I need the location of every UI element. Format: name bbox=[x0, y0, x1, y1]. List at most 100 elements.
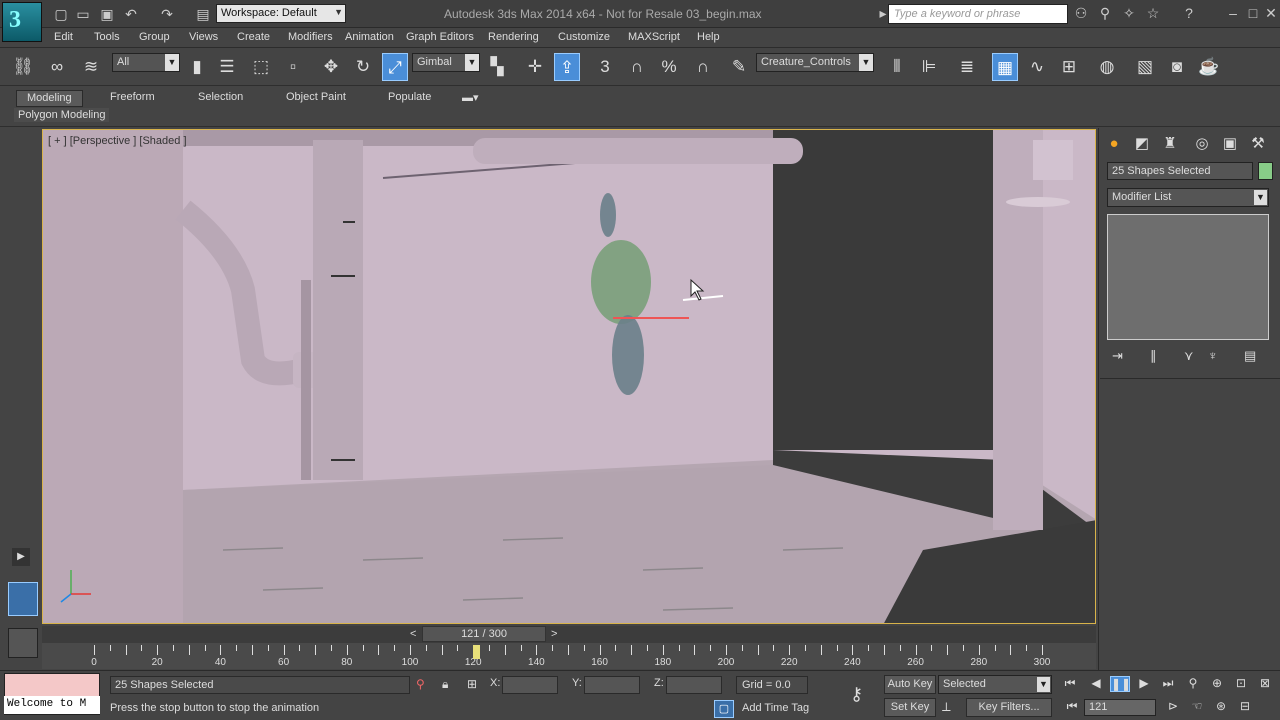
viewport-layout-single-icon[interactable] bbox=[8, 582, 38, 616]
window-crossing-icon[interactable]: ▫ bbox=[280, 53, 306, 81]
app-logo-button[interactable]: 3 bbox=[2, 2, 42, 42]
select-manipulate-icon[interactable]: ✛ bbox=[522, 53, 548, 81]
key-icon[interactable]: ⚷ bbox=[850, 684, 863, 705]
modify-tab-icon[interactable]: ◩ bbox=[1130, 133, 1154, 155]
save-icon[interactable]: ▣ bbox=[98, 5, 116, 23]
create-tab-icon[interactable]: ● bbox=[1102, 133, 1126, 155]
orbit-icon[interactable]: ⊛ bbox=[1212, 699, 1230, 713]
open-file-icon[interactable]: ▭ bbox=[74, 5, 92, 23]
render-production-icon[interactable]: ☕ bbox=[1196, 53, 1222, 81]
schematic-view-icon[interactable]: ⊞ bbox=[1056, 53, 1082, 81]
menu-animation[interactable]: Animation bbox=[345, 31, 394, 43]
configure-modifier-sets-icon[interactable]: ▤ bbox=[1244, 348, 1256, 364]
object-color-swatch[interactable] bbox=[1258, 162, 1273, 180]
edit-named-selection-icon[interactable]: ✎ bbox=[726, 53, 752, 81]
zoom-extents-all-icon[interactable]: ⊠ bbox=[1256, 676, 1274, 690]
curve-editor-icon[interactable]: ∿ bbox=[1024, 53, 1050, 81]
keyboard-shortcut-override-icon[interactable]: ⇪ bbox=[554, 53, 580, 81]
add-time-tag[interactable]: Add Time Tag bbox=[742, 702, 809, 714]
reference-coordinate-dropdown[interactable]: Gimbal ▼ bbox=[412, 53, 480, 72]
spinner-snap-icon[interactable]: ∩ bbox=[690, 53, 716, 81]
percent-snap-icon[interactable]: % bbox=[656, 53, 682, 81]
bind-space-warp-icon[interactable]: ≋ bbox=[78, 53, 104, 81]
scene-explorer-icon[interactable]: ▦ bbox=[992, 53, 1018, 81]
absolute-mode-icon[interactable]: ⊞ bbox=[467, 677, 477, 691]
menu-modifiers[interactable]: Modifiers bbox=[288, 31, 333, 43]
ribbon-options-icon[interactable]: ▬▾ bbox=[462, 91, 479, 104]
tab-selection[interactable]: Selection bbox=[188, 90, 253, 107]
snap-toggle-icon[interactable]: 3 bbox=[592, 53, 618, 81]
key-selection-dropdown[interactable]: Selected ▼ bbox=[938, 675, 1052, 694]
viewport-layout-quad-icon[interactable] bbox=[8, 628, 38, 658]
favorites-star-icon[interactable]: ☆ bbox=[1144, 5, 1162, 22]
motion-tab-icon[interactable]: ◎ bbox=[1190, 133, 1214, 155]
menu-rendering[interactable]: Rendering bbox=[488, 31, 539, 43]
binoculars-icon[interactable]: ⚇ bbox=[1072, 5, 1090, 22]
hierarchy-tab-icon[interactable]: ♜ bbox=[1158, 133, 1182, 155]
selection-filter-dropdown[interactable]: All ▼ bbox=[112, 53, 180, 72]
selection-lock-icon[interactable]: 🔒︎ bbox=[442, 677, 448, 692]
rendered-frame-window-icon[interactable]: ◙ bbox=[1164, 53, 1190, 81]
menu-create[interactable]: Create bbox=[237, 31, 270, 43]
set-key-icon[interactable]: ⟂ bbox=[942, 699, 951, 715]
menu-graph-editors[interactable]: Graph Editors bbox=[406, 31, 474, 43]
layer-manager-icon[interactable]: ≣ bbox=[954, 53, 980, 81]
menu-edit[interactable]: Edit bbox=[54, 31, 73, 43]
material-editor-icon[interactable]: ◍ bbox=[1094, 53, 1120, 81]
communication-center-icon[interactable]: ✧ bbox=[1120, 5, 1138, 22]
play-ribbon-icon[interactable]: ▶ bbox=[12, 548, 30, 566]
current-frame-field[interactable]: 121 bbox=[1084, 699, 1156, 716]
select-by-name-icon[interactable]: ☰ bbox=[214, 53, 240, 81]
menu-help[interactable]: Help bbox=[697, 31, 720, 43]
rect-selection-icon[interactable]: ⬚ bbox=[248, 53, 274, 81]
go-to-start-icon[interactable]: ⏮ bbox=[1060, 676, 1080, 691]
menu-views[interactable]: Views bbox=[189, 31, 218, 43]
current-frame-marker[interactable] bbox=[473, 645, 481, 659]
move-icon[interactable]: ✥ bbox=[318, 53, 344, 81]
z-coordinate-field[interactable] bbox=[666, 676, 722, 694]
named-selection-dropdown[interactable]: Creature_Controls ▼ bbox=[756, 53, 874, 72]
zoom-icon[interactable]: ⚲ bbox=[1184, 676, 1202, 690]
menu-customize[interactable]: Customize bbox=[558, 31, 610, 43]
field-of-view-icon[interactable]: ⊳ bbox=[1164, 699, 1182, 713]
menu-maxscript[interactable]: MAXScript bbox=[628, 31, 680, 43]
rotate-icon[interactable]: ↻ bbox=[350, 53, 376, 81]
menu-tools[interactable]: Tools bbox=[94, 31, 120, 43]
next-frame-icon[interactable]: ▶ bbox=[1134, 676, 1154, 690]
redo-icon[interactable]: ↷ bbox=[158, 5, 176, 23]
search-input[interactable]: Type a keyword or phrase bbox=[888, 4, 1068, 24]
maximize-viewport-icon[interactable]: ⊟ bbox=[1236, 699, 1254, 713]
time-tag-icon[interactable]: ▢ bbox=[714, 700, 734, 718]
unlink-icon[interactable]: ∞ bbox=[44, 53, 70, 81]
polygon-modeling-panel[interactable]: Polygon Modeling bbox=[14, 108, 110, 122]
workspace-dropdown[interactable]: Workspace: Default ▼ bbox=[216, 4, 346, 23]
pin-stack-icon[interactable]: ⇥ bbox=[1112, 348, 1123, 364]
maximize-icon[interactable]: □ bbox=[1244, 5, 1262, 21]
utilities-tab-icon[interactable]: ⚒ bbox=[1246, 133, 1270, 155]
maxscript-output[interactable]: Welcome to M bbox=[4, 696, 100, 714]
close-icon[interactable]: ✕ bbox=[1262, 5, 1280, 22]
angle-snap-icon[interactable]: ∩ bbox=[624, 53, 650, 81]
set-key-button[interactable]: Set Key bbox=[884, 698, 936, 717]
select-object-icon[interactable]: ▮ bbox=[184, 53, 210, 81]
object-name-field[interactable]: 25 Shapes Selected bbox=[1107, 162, 1253, 180]
undo-icon[interactable]: ↶ bbox=[122, 5, 140, 23]
time-slider[interactable]: 121 / 300 bbox=[422, 626, 546, 642]
modifier-list-dropdown[interactable]: Modifier List ▼ bbox=[1107, 188, 1269, 207]
link-icon[interactable]: ⛓ bbox=[10, 53, 36, 81]
zoom-extents-icon[interactable]: ⊡ bbox=[1232, 676, 1250, 690]
pivot-center-icon[interactable]: ▚ bbox=[484, 53, 510, 81]
show-end-result-icon[interactable]: ∥ bbox=[1150, 348, 1157, 364]
remove-modifier-icon[interactable]: ♆ bbox=[1208, 348, 1218, 363]
mirror-icon[interactable]: ⫴ bbox=[884, 53, 910, 81]
align-icon[interactable]: ⊫ bbox=[916, 53, 942, 81]
next-frame-arrow[interactable]: > bbox=[551, 628, 557, 640]
y-coordinate-field[interactable] bbox=[584, 676, 640, 694]
project-folder-icon[interactable]: ▤ bbox=[194, 5, 212, 23]
render-setup-icon[interactable]: ▧ bbox=[1132, 53, 1158, 81]
viewport-label[interactable]: [ + ] [Perspective ] [Shaded ] bbox=[48, 135, 187, 147]
track-bar[interactable]: 0 20 40 60 80 100 120 140 160 180 200 220 240 260 280 3… bbox=[42, 643, 1096, 669]
scale-icon[interactable]: ⤢ bbox=[382, 53, 408, 81]
go-to-end-icon[interactable]: ⏭ bbox=[1158, 676, 1178, 691]
help-icon[interactable]: ? bbox=[1180, 5, 1198, 21]
